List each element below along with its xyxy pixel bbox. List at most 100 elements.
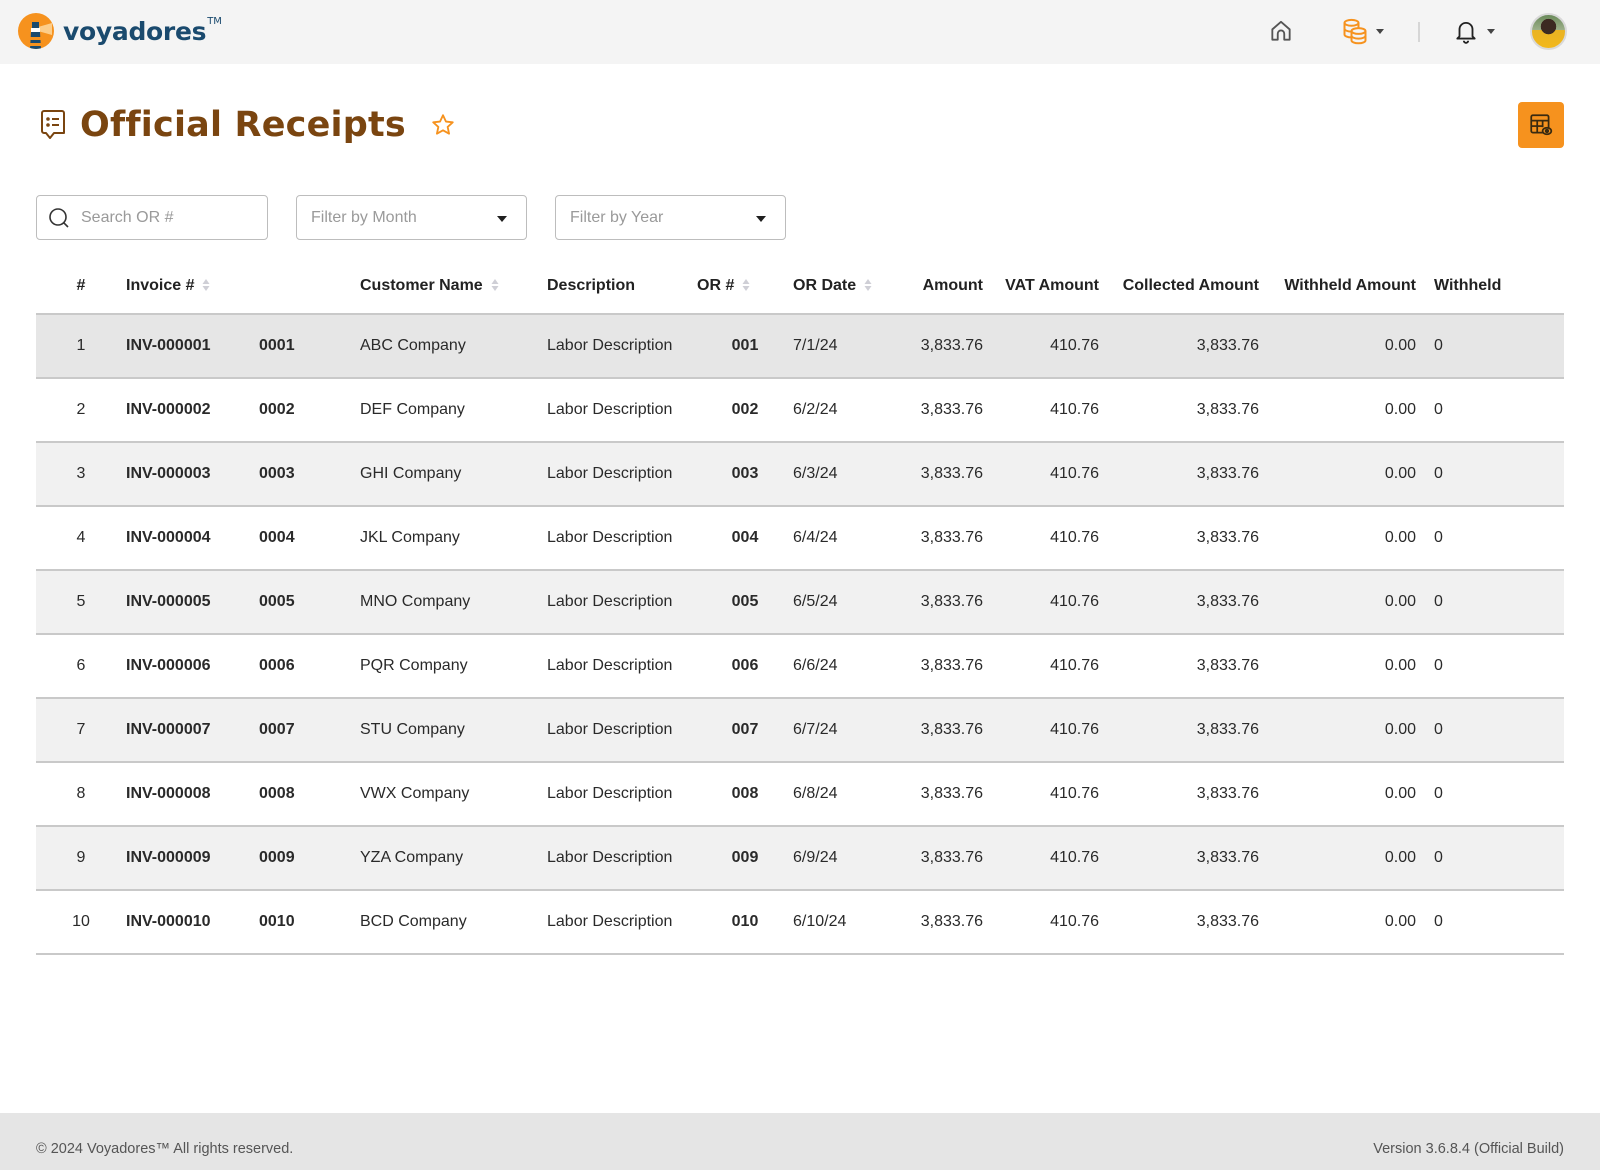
brand[interactable]: voyadores TM [18,13,222,49]
cell-collected-amount: 3,833.76 [1099,633,1259,698]
table-row[interactable]: 10 INV-000010 0010 BCD Company Labor Descrip… [36,889,1564,955]
cell-or-date: 6/2/24 [793,377,899,442]
lighthouse-logo-icon [18,13,54,49]
cell-withheld: 0 [1416,377,1564,442]
cell-withheld-amount: 0.00 [1259,377,1416,442]
notifications-button[interactable] [1451,16,1481,46]
bell-icon [1456,21,1476,44]
nav-divider [1418,22,1420,42]
year-filter-select[interactable]: Filter by Year [555,195,786,240]
column-header-customer-name[interactable]: Customer Name [360,258,547,314]
cell-vat-amount: 410.76 [983,633,1099,698]
table-row[interactable]: 8 INV-000008 0008 VWX Company Labor Descript… [36,761,1564,826]
cell-invoice-code: 0001 [259,313,360,378]
table-header-row: # Invoice # Customer Name Description OR… [36,258,1564,314]
cell-collected-amount: 3,833.76 [1099,761,1259,826]
version-text: Version 3.6.8.4 (Official Build) [1373,1141,1564,1157]
cell-customer-name: JKL Company [360,505,547,570]
cell-row-index: 2 [36,377,126,442]
cell-row-index: 5 [36,569,126,634]
finance-menu-button[interactable] [1340,16,1370,46]
receipt-icon [41,110,65,139]
cell-vat-amount: 410.76 [983,441,1099,506]
cell-invoice-code: 0006 [259,633,360,698]
table-row[interactable]: 9 INV-000009 0009 YZA Company Labor Descript… [36,825,1564,890]
cell-withheld: 0 [1416,505,1564,570]
cell-or-date: 6/4/24 [793,505,899,570]
cell-collected-amount: 3,833.76 [1099,377,1259,442]
cell-or-number: 004 [697,505,793,570]
cell-or-number: 001 [697,313,793,378]
month-filter-select[interactable]: Filter by Month [296,195,527,240]
table-eye-icon [1530,114,1553,136]
home-button[interactable] [1266,16,1296,46]
cell-amount: 3,833.76 [899,505,983,570]
copyright-text: © 2024 Voyadores™ All rights reserved. [36,1141,294,1157]
cell-customer-name: GHI Company [360,441,547,506]
cell-withheld-amount: 0.00 [1259,569,1416,634]
cell-vat-amount: 410.76 [983,377,1099,442]
column-header-withheld: Withheld [1434,276,1502,294]
user-avatar[interactable] [1530,13,1567,50]
cell-collected-amount: 3,833.76 [1099,505,1259,570]
column-header-withheld-amount: Withheld Amount [1284,276,1416,294]
search-or-field[interactable] [36,195,268,240]
cell-customer-name: DEF Company [360,377,547,442]
column-header-or-date[interactable]: OR Date [793,258,899,314]
cell-vat-amount: 410.76 [983,889,1099,955]
cell-vat-amount: 410.76 [983,505,1099,570]
finance-menu-caret-icon[interactable] [1376,29,1384,34]
column-header-invoice[interactable]: Invoice # [126,258,259,314]
cell-invoice-number: INV-000005 [126,569,259,634]
sort-icon[interactable] [202,278,210,292]
favorite-star-icon[interactable] [430,112,456,138]
cell-row-index: 9 [36,825,126,890]
cell-invoice-number: INV-000002 [126,377,259,442]
cell-description: Labor Description [547,825,697,890]
cell-or-number: 005 [697,569,793,634]
chevron-down-icon [756,216,766,222]
table-row[interactable]: 1 INV-000001 0001 ABC Company Labor Descript… [36,313,1564,378]
table-row[interactable]: 3 INV-000003 0003 GHI Company Labor Descript… [36,441,1564,506]
cell-or-date: 7/1/24 [793,313,899,378]
sort-icon[interactable] [864,278,872,292]
cell-or-number: 002 [697,377,793,442]
table-row[interactable]: 4 INV-000004 0004 JKL Company Labor Descript… [36,505,1564,570]
table-row[interactable]: 6 INV-000006 0006 PQR Company Labor Descript… [36,633,1564,698]
table-row[interactable]: 2 INV-000002 0002 DEF Company Labor Descript… [36,377,1564,442]
cell-withheld: 0 [1416,697,1564,762]
cell-or-number: 003 [697,441,793,506]
cell-invoice-code: 0005 [259,569,360,634]
cell-or-date: 6/8/24 [793,761,899,826]
cell-withheld: 0 [1416,313,1564,378]
cell-description: Labor Description [547,505,697,570]
cell-or-date: 6/7/24 [793,697,899,762]
cell-withheld-amount: 0.00 [1259,825,1416,890]
cell-vat-amount: 410.76 [983,761,1099,826]
cell-or-date: 6/3/24 [793,441,899,506]
year-filter-placeholder: Filter by Year [570,208,664,226]
sort-icon[interactable] [491,278,499,292]
cell-invoice-number: INV-000004 [126,505,259,570]
cell-row-index: 6 [36,633,126,698]
cell-invoice-code: 0002 [259,377,360,442]
cell-withheld-amount: 0.00 [1259,697,1416,762]
cell-amount: 3,833.76 [899,889,983,955]
cell-description: Labor Description [547,569,697,634]
table-row[interactable]: 7 INV-000007 0007 STU Company Labor Descript… [36,697,1564,762]
cell-row-index: 3 [36,441,126,506]
table-row[interactable]: 5 INV-000005 0005 MNO Company Labor Descript… [36,569,1564,634]
column-header-or-number[interactable]: OR # [697,258,793,314]
cell-withheld: 0 [1416,569,1564,634]
receipts-table-container[interactable]: # Invoice # Customer Name Description OR… [36,258,1564,958]
table-view-settings-button[interactable] [1518,102,1564,148]
cell-or-date: 6/6/24 [793,633,899,698]
search-input[interactable] [81,208,251,227]
cell-or-date: 6/5/24 [793,569,899,634]
cell-amount: 3,833.76 [899,697,983,762]
sort-icon[interactable] [742,278,750,292]
column-header-code [259,258,360,314]
cell-amount: 3,833.76 [899,377,983,442]
cell-customer-name: STU Company [360,697,547,762]
notifications-caret-icon[interactable] [1487,29,1495,34]
